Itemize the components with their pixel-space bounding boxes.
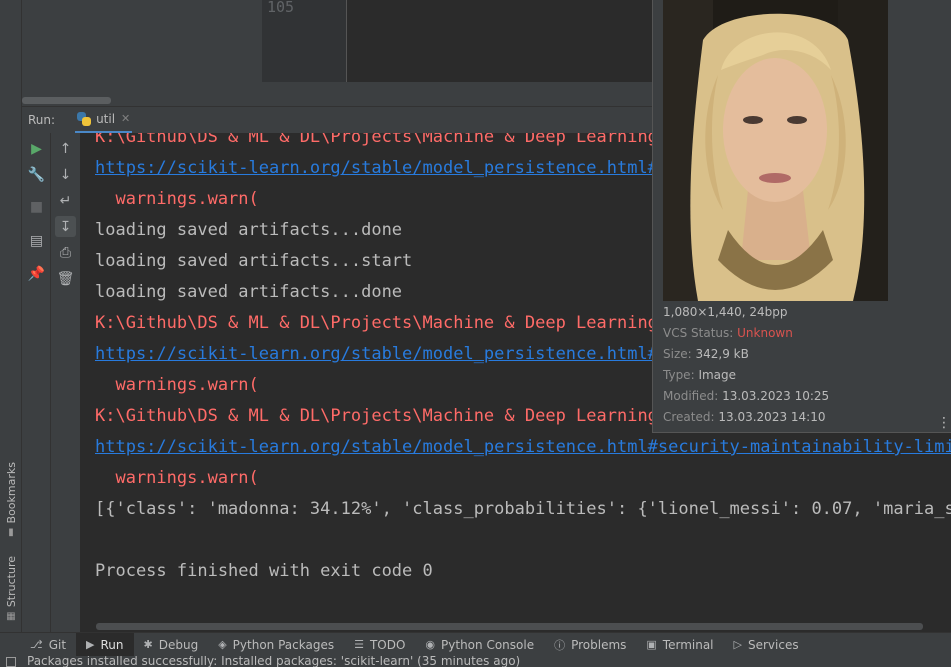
bug-icon: ✱ <box>143 638 153 651</box>
console-line: warnings.warn( <box>95 468 259 488</box>
console-horizontal-scrollbar[interactable] <box>96 623 923 630</box>
run-toolbar-primary: ▶ 🔧 ■ ▤ 📌 <box>22 133 51 632</box>
tool-tab-label: Python Packages <box>232 637 335 652</box>
run-tab-label: util <box>96 111 116 126</box>
trash-icon[interactable]: 🗑 <box>55 268 76 289</box>
tool-tab-git[interactable]: ⎇ Git <box>0 633 76 657</box>
rerun-icon[interactable]: ▶ <box>26 138 47 159</box>
tool-tab-label: Debug <box>158 637 199 652</box>
modified-date: Modified: 13.03.2023 10:25 <box>663 389 830 403</box>
horizontal-scrollbar[interactable] <box>22 97 111 104</box>
tool-tab-label: Python Console <box>441 637 535 652</box>
tool-tab-run[interactable]: ▶ Run <box>76 632 134 657</box>
scroll-to-end-icon[interactable]: ↧ <box>55 216 76 237</box>
structure-label: Structure <box>4 556 18 608</box>
project-pane <box>22 0 262 106</box>
up-arrow-icon[interactable]: ↑ <box>55 138 76 159</box>
python-console-icon: ◉ <box>425 638 436 651</box>
vcs-status: VCS Status: Unknown <box>663 326 793 340</box>
tool-tab-debug[interactable]: ✱ Debug <box>134 633 209 657</box>
run-toolbar-secondary: ↑ ↓ ↵ ↧ ⎙ 🗑 <box>51 133 80 632</box>
structure-tab[interactable]: Structure ▦ <box>3 556 19 622</box>
more-options-icon[interactable]: ⋮ <box>937 416 951 430</box>
pin-icon[interactable]: 📌 <box>26 263 47 284</box>
bookmark-icon: ▮ <box>8 527 14 539</box>
services-icon: ▷ <box>733 638 742 651</box>
image-preview-popup: 1,080×1,440, 24bpp VCS Status: Unknown S… <box>652 0 951 433</box>
wrench-icon[interactable]: 🔧 <box>26 164 47 185</box>
stop-icon[interactable]: ■ <box>26 196 47 217</box>
run-tab-util[interactable]: util ✕ <box>75 107 133 134</box>
terminal-icon: ▣ <box>646 638 657 651</box>
console-line: loading saved artifacts...done <box>95 220 403 240</box>
image-dimensions: 1,080×1,440, 24bpp <box>663 305 788 319</box>
status-message: Packages installed successfully: Install… <box>27 656 521 667</box>
run-icon: ▶ <box>86 638 95 651</box>
close-icon[interactable]: ✕ <box>121 112 130 125</box>
problems-icon: ⓘ <box>554 638 566 652</box>
tool-tab-label: Run <box>100 637 124 652</box>
tool-tab-label: Problems <box>571 637 627 652</box>
tool-tab-python-packages[interactable]: ◈ Python Packages <box>208 633 344 657</box>
tool-tab-label: TODO <box>369 637 406 652</box>
image-thumbnail <box>663 0 888 301</box>
console-link[interactable]: https://scikit-learn.org/stable/model_pe… <box>95 437 951 457</box>
tool-window-bar: ⎇ Git ▶ Run ✱ Debug ◈ Python Packages ☰ TODO ◉ Pyth… <box>0 632 951 657</box>
python-file-icon <box>77 111 92 126</box>
layout-icon[interactable]: ▤ <box>26 230 47 251</box>
print-icon[interactable]: ⎙ <box>55 242 76 263</box>
console-line: loading saved artifacts...done <box>95 282 403 302</box>
line-number: 105 <box>267 0 295 16</box>
file-type: Type: Image <box>663 368 737 382</box>
file-size: Size: 342,9 kB <box>663 347 749 361</box>
console-line: loading saved artifacts...start <box>95 251 413 271</box>
tool-tab-todo[interactable]: ☰ TODO <box>344 633 415 657</box>
bookmarks-label: Bookmarks <box>4 462 18 524</box>
bookmarks-tab[interactable]: Bookmarks ▮ <box>3 462 19 538</box>
tool-tab-python-console[interactable]: ◉ Python Console <box>415 633 544 657</box>
todo-list-icon: ☰ <box>354 638 364 651</box>
left-tool-strip: Bookmarks ▮ Structure ▦ <box>0 0 22 632</box>
structure-icon: ▦ <box>6 611 16 623</box>
status-square-icon[interactable] <box>6 657 16 667</box>
tool-tab-label: Git <box>48 637 67 652</box>
console-line: [{'class': 'madonna: 34.12%', 'class_pro… <box>95 499 951 519</box>
git-branch-icon: ⎇ <box>30 638 43 651</box>
created-date: Created: 13.03.2023 14:10 <box>663 410 826 424</box>
console-line: warnings.warn( <box>95 189 259 209</box>
tool-tab-label: Services <box>747 637 799 652</box>
editor-gutter: 105 <box>262 0 347 82</box>
tool-tab-services[interactable]: ▷ Services <box>724 633 809 657</box>
tool-tab-problems[interactable]: ⓘ Problems <box>544 633 636 657</box>
packages-icon: ◈ <box>218 638 227 651</box>
soft-wrap-icon[interactable]: ↵ <box>55 190 76 211</box>
console-line: Process finished with exit code 0 <box>95 561 433 581</box>
tool-tab-label: Terminal <box>662 637 714 652</box>
status-bar: Packages installed successfully: Install… <box>0 656 951 667</box>
console-line: warnings.warn( <box>95 375 259 395</box>
tool-tab-terminal[interactable]: ▣ Terminal <box>636 633 723 657</box>
down-arrow-icon[interactable]: ↓ <box>55 164 76 185</box>
run-label: Run: <box>28 113 56 127</box>
